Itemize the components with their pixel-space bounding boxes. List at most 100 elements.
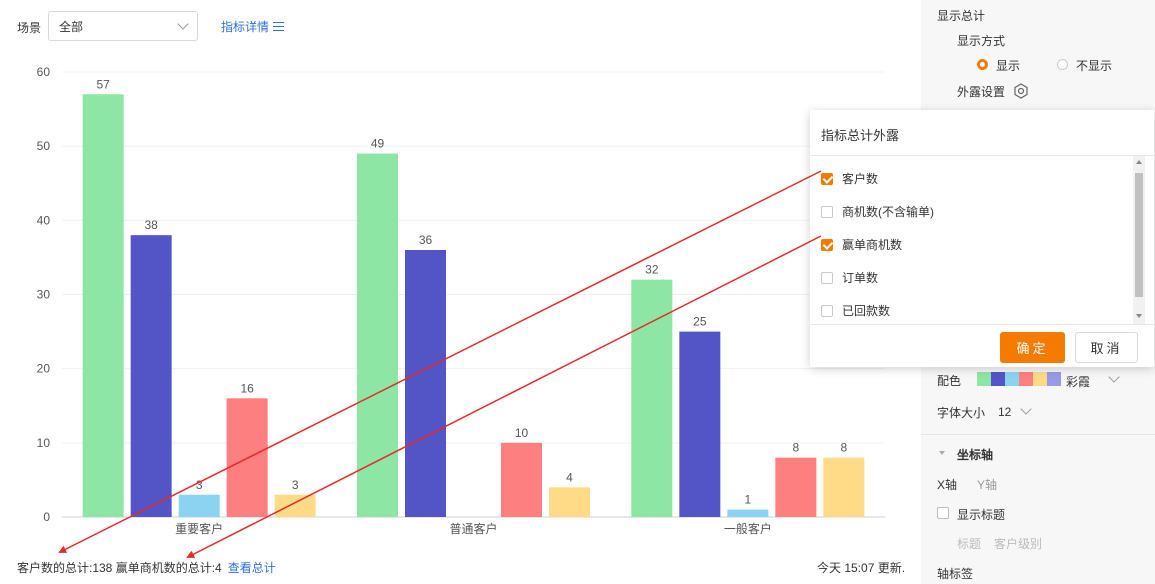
chevron-down-icon [177,18,189,30]
bar [226,398,268,517]
gear-icon[interactable] [1013,83,1029,99]
color-swatch [991,372,1005,386]
total-text: 客户数的总计:138 赢单商机数的总计:4 [17,561,222,575]
y-axis-tab[interactable]: Y轴 [977,476,997,493]
y-tick-label: 0 [43,510,50,524]
title-input[interactable]: 客户级别 [994,535,1042,552]
bar [549,487,590,517]
scroll-up-icon[interactable] [1136,160,1142,164]
popup-title: 指标总计外露 [821,128,900,143]
scene-select-value: 全部 [59,19,84,34]
show-title-label: 显示标题 [957,508,1006,522]
data-label: 10 [515,426,529,440]
y-tick-label: 30 [37,288,51,302]
color-scheme-select[interactable]: 彩霞 [1066,373,1090,390]
data-label: 25 [693,315,707,329]
bar [823,457,865,517]
color-swatch [1019,372,1033,386]
y-tick-label: 50 [37,139,51,153]
option-label: 已回款数 [842,304,891,318]
data-label: 3 [292,478,299,492]
show-title-checkbox[interactable] [937,507,949,519]
bar [130,235,172,517]
checkbox[interactable] [821,172,833,185]
title-label: 标题 [957,537,982,551]
bar [775,457,817,517]
checkbox[interactable] [821,205,833,218]
radio-hide[interactable] [1057,59,1068,70]
data-label: 57 [96,77,110,91]
show-total-label: 显示总计 [937,9,986,23]
metric-detail-label: 指标详情 [221,20,270,34]
color-swatch [1033,372,1047,386]
option-label: 赢单商机数 [842,238,903,252]
scroll-down-icon[interactable] [1136,314,1142,318]
update-time: 今天 15:07 更新. [817,561,906,575]
bar [274,494,316,517]
bar [679,331,721,517]
option-label: 商机数(不含输单) [842,205,934,219]
cancel-button[interactable]: 取消 [1075,332,1138,363]
display-mode-label: 显示方式 [957,34,1006,48]
data-label: 49 [371,137,385,151]
checkbox[interactable] [821,304,833,317]
data-label: 32 [645,263,659,277]
footer-total: 客户数的总计:138 赢单商机数的总计:4 查看总计 [17,559,276,576]
bar [178,494,220,517]
data-label: 16 [240,381,254,395]
metric-detail-link[interactable]: 指标详情 [221,18,285,35]
radio-show-label: 显示 [996,59,1021,73]
caret-down-icon[interactable] [939,451,945,455]
bar [727,509,769,517]
list-icon [273,22,285,31]
bar [631,279,673,517]
divider [921,434,1155,435]
checkbox[interactable] [821,238,833,251]
scene-select[interactable]: 全部 [48,11,198,41]
axis-section-title[interactable]: 坐标轴 [957,446,993,463]
option-won-opportunity-count[interactable]: 赢单商机数 [821,236,902,253]
x-tick-label: 重要客户 [175,521,223,536]
x-tick-label: 普通客户 [449,521,497,536]
option-opportunity-count[interactable]: 商机数(不含输单) [821,203,934,220]
scrollbar-thumb[interactable] [1135,173,1143,297]
checkbox[interactable] [821,271,833,284]
option-payment-count[interactable]: 已回款数 [821,302,890,319]
data-label: 1 [744,493,751,507]
data-label: 4 [566,470,573,484]
font-size-label: 字体大小 [937,406,986,420]
data-label: 3 [196,478,203,492]
data-label: 8 [792,441,799,455]
data-label: 8 [840,441,847,455]
y-tick-label: 60 [37,65,51,79]
option-label: 客户数 [842,172,879,186]
data-label: 36 [419,233,433,247]
confirm-button[interactable]: 确定 [1000,332,1065,363]
data-label: 38 [144,218,158,232]
exposure-setting-label: 外露设置 [957,85,1006,99]
option-customer-count[interactable]: 客户数 [821,170,878,187]
y-tick-label: 10 [37,436,51,450]
bar [82,94,124,517]
y-tick-label: 40 [37,213,51,227]
total-exposure-popup: 指标总计外露 客户数 商机数(不含输单) 赢单商机数 订单数 已回款数 确定 取… [810,110,1154,367]
bar-chart: 0 10 20 30 40 50 60 57 38 3 16 3 重要客户 49 36 10 4 普通客户 32 25… [37,65,885,536]
y-tick-label: 20 [37,362,51,376]
radio-hide-label: 不显示 [1076,59,1113,73]
font-size-select[interactable]: 12 [998,405,1011,419]
divider [810,155,1154,156]
view-total-link[interactable]: 查看总计 [228,561,276,575]
bar [501,442,542,517]
color-label: 配色 [937,374,962,388]
option-order-count[interactable]: 订单数 [821,269,878,286]
color-swatch [977,372,991,386]
radio-show[interactable] [977,59,988,70]
bar [357,153,398,517]
x-axis-tab[interactable]: X轴 [937,476,957,493]
x-tick-label: 一般客户 [724,521,772,536]
color-swatch [1005,372,1019,386]
divider [810,324,1154,325]
axis-tick-label: 轴标签 [937,567,974,581]
scene-label: 场景 [17,21,42,35]
bar [405,250,446,517]
